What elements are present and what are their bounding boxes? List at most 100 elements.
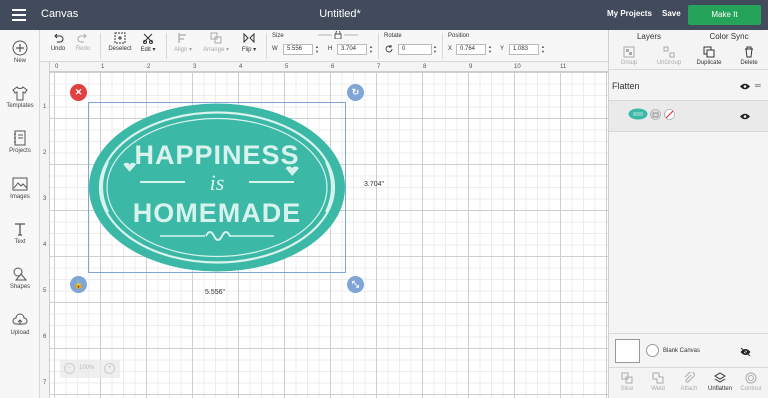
eye-off-icon[interactable] bbox=[740, 348, 751, 356]
rotate-handle-icon[interactable]: ↻ bbox=[347, 84, 364, 101]
save-button[interactable]: Save bbox=[662, 9, 681, 18]
contour-button[interactable]: Contour bbox=[735, 372, 767, 392]
chevron-down-icon: ▾ bbox=[226, 47, 230, 53]
arrange-icon bbox=[210, 32, 222, 44]
chevron-down-icon: ▾ bbox=[189, 47, 193, 53]
redo-button[interactable]: Redo bbox=[74, 32, 92, 52]
lock-proportion-icon[interactable]: 🔒 bbox=[70, 276, 87, 293]
attach-button[interactable]: Attach bbox=[673, 372, 705, 392]
layer-thumbnail bbox=[628, 108, 648, 120]
sidebar-item-text[interactable]: Text bbox=[0, 221, 40, 245]
scissors-icon bbox=[143, 33, 153, 44]
zoom-in-button[interactable]: + bbox=[104, 363, 115, 374]
tab-layers[interactable]: Layers bbox=[609, 32, 689, 41]
zoom-control: − 100% + bbox=[60, 360, 120, 378]
toolbar-divider bbox=[442, 33, 443, 59]
plus-icon bbox=[12, 40, 28, 56]
ruler-number: 9 bbox=[469, 64, 473, 70]
layer-group-row[interactable]: Flatten ═ bbox=[609, 78, 768, 96]
canvas-swatch[interactable] bbox=[615, 339, 640, 363]
left-ruler: 1 2 3 4 5 6 7 bbox=[40, 62, 50, 398]
group-button[interactable]: Group bbox=[609, 46, 649, 66]
layer-item[interactable] bbox=[609, 100, 768, 132]
group-label: Group bbox=[620, 60, 638, 66]
sidebar-item-new[interactable]: New bbox=[0, 40, 40, 64]
weld-label: Weld bbox=[651, 386, 665, 392]
sidebar-item-upload[interactable]: Upload bbox=[0, 312, 40, 336]
layers-panel: Layers Color Sync Group UnGroup Duplicat… bbox=[608, 30, 768, 398]
ruler-number: 3 bbox=[43, 196, 47, 202]
width-field[interactable]: 5.556 bbox=[283, 44, 313, 55]
shapes-icon bbox=[13, 267, 28, 281]
weld-icon bbox=[652, 372, 664, 384]
position-x-stepper[interactable]: ▲ ▼ bbox=[487, 44, 493, 55]
duplicate-label: Duplicate bbox=[696, 60, 722, 66]
delete-label: Delete bbox=[740, 60, 758, 66]
sidebar-item-templates[interactable]: Templates bbox=[0, 85, 40, 109]
arrange-button[interactable]: Arrange ▾ bbox=[200, 32, 232, 53]
slice-label: Slice bbox=[620, 386, 634, 392]
duplicate-button[interactable]: Duplicate bbox=[689, 46, 729, 66]
width-stepper[interactable]: ▲ ▼ bbox=[314, 44, 320, 55]
edit-button[interactable]: Edit ▾ bbox=[138, 32, 158, 53]
flip-label: Flip bbox=[241, 47, 252, 53]
flip-button[interactable]: Flip ▾ bbox=[238, 32, 260, 53]
flip-icon bbox=[243, 32, 255, 44]
position-y-stepper[interactable]: ▲ ▼ bbox=[540, 44, 546, 55]
sidebar-item-label: Projects bbox=[9, 148, 31, 154]
edit-label: Edit bbox=[140, 47, 151, 53]
image-icon bbox=[12, 177, 28, 191]
edit-toolbar: Undo Redo Deselect Edit ▾ Align ▾ Arrang… bbox=[40, 30, 608, 62]
path-actions: Slice Weld Attach Unflatten Contour bbox=[609, 367, 768, 398]
position-y-field[interactable]: 1.083 bbox=[509, 44, 539, 55]
rotate-field[interactable]: 0 bbox=[398, 44, 432, 55]
toolbar-divider bbox=[266, 33, 267, 59]
delete-button[interactable]: Delete bbox=[729, 46, 768, 66]
ungroup-button[interactable]: UnGroup bbox=[649, 46, 689, 66]
sidebar-item-label: Shapes bbox=[9, 284, 31, 290]
drag-handle-icon[interactable]: ═ bbox=[755, 81, 761, 90]
selection-box[interactable] bbox=[88, 102, 346, 273]
make-it-button[interactable]: Make It bbox=[688, 5, 761, 25]
ruler-number: 7 bbox=[377, 64, 381, 70]
resize-handle-icon[interactable]: ⤡ bbox=[347, 276, 364, 293]
height-stepper[interactable]: ▲ ▼ bbox=[368, 44, 374, 55]
align-button[interactable]: Align ▾ bbox=[172, 32, 194, 53]
tab-color-sync[interactable]: Color Sync bbox=[689, 32, 768, 41]
document-title[interactable]: Untitled* bbox=[0, 8, 680, 20]
sidebar-item-projects[interactable]: Projects bbox=[0, 130, 40, 154]
canvas-color-picker[interactable] bbox=[646, 344, 659, 357]
rotate-stepper[interactable]: ▲ ▼ bbox=[432, 44, 438, 55]
ruler-number: 7 bbox=[43, 380, 47, 386]
zoom-out-button[interactable]: − bbox=[64, 363, 75, 374]
height-field[interactable]: 3.704 bbox=[337, 44, 367, 55]
eye-icon[interactable] bbox=[740, 83, 750, 90]
my-projects-link[interactable]: My Projects bbox=[607, 9, 652, 18]
trash-icon bbox=[745, 46, 753, 58]
align-icon bbox=[178, 33, 186, 43]
slice-button[interactable]: Slice bbox=[611, 372, 643, 392]
ruler-number: 3 bbox=[193, 64, 197, 70]
top-bar: Canvas Untitled* My Projects Save Make I… bbox=[0, 0, 768, 30]
sidebar-item-shapes[interactable]: Shapes bbox=[0, 266, 40, 290]
layer-group-name: Flatten bbox=[612, 81, 640, 91]
align-label: Align bbox=[173, 47, 188, 53]
weld-button[interactable]: Weld bbox=[642, 372, 674, 392]
deselect-icon bbox=[114, 32, 126, 44]
position-x-field[interactable]: 0.764 bbox=[456, 44, 486, 55]
unflatten-button[interactable]: Unflatten bbox=[704, 372, 736, 392]
rotate-icon bbox=[385, 45, 393, 53]
slice-icon bbox=[621, 372, 633, 384]
position-label: Position bbox=[448, 33, 470, 39]
shirt-icon bbox=[12, 86, 28, 101]
sidebar-item-images[interactable]: Images bbox=[0, 176, 40, 200]
undo-button[interactable]: Undo bbox=[50, 32, 66, 52]
eye-icon[interactable] bbox=[740, 113, 750, 120]
operation-icon[interactable] bbox=[650, 109, 661, 120]
lock-icon[interactable] bbox=[318, 31, 358, 39]
deselect-button[interactable]: Deselect bbox=[106, 32, 134, 52]
blank-canvas-row[interactable]: Blank Canvas bbox=[609, 333, 768, 367]
close-icon[interactable]: ✕ bbox=[70, 84, 87, 101]
color-swatch-icon[interactable] bbox=[664, 109, 675, 120]
layer-actions: Group UnGroup Duplicate Delete bbox=[609, 44, 768, 70]
